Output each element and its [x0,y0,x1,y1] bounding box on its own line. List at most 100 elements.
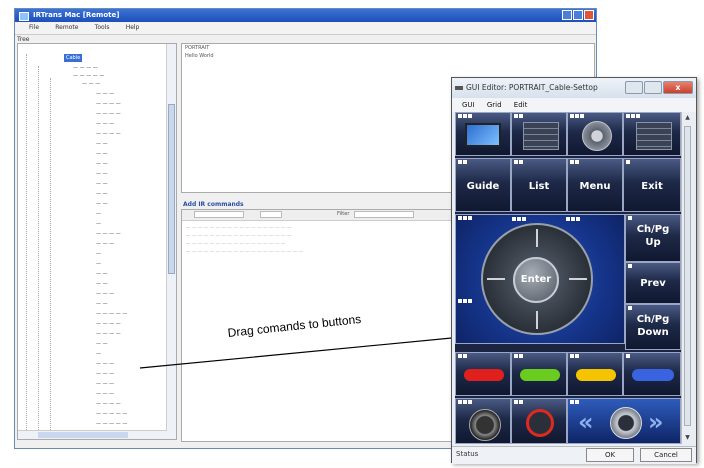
tree-item[interactable]: — — — — [96,320,121,328]
maximize-button[interactable] [573,10,583,20]
tree-item[interactable]: — — — — [96,100,121,108]
button-tag [628,306,633,311]
maximize-button[interactable] [644,81,662,94]
tree-item[interactable]: — — [96,190,108,198]
list-button[interactable]: List [511,158,567,212]
tree-item[interactable]: — — — — [96,110,121,118]
tree-item[interactable]: — — — [82,80,100,88]
tree-item[interactable]: — — [96,140,108,148]
dpad-image-button[interactable] [567,112,623,156]
tree-item[interactable]: — — — [96,390,114,398]
scroll-down-icon[interactable]: ▼ [684,434,691,442]
menu-help[interactable]: Help [126,22,140,34]
keypad-image-button[interactable] [511,112,567,156]
button-tag [628,264,633,269]
menu-grid[interactable]: Grid [487,98,502,112]
tree-item[interactable]: — [96,220,101,228]
tree-item[interactable]: — [96,210,101,218]
scroll-thumb[interactable] [38,432,128,438]
tree-item[interactable]: — — — — — [73,72,104,80]
tree-item[interactable]: — — [96,300,108,308]
dpad-area[interactable]: Enter [455,214,625,344]
command-row[interactable]: — — — — — — — — — — — — — — — — — [186,242,285,247]
green-button[interactable] [511,352,567,396]
tree-item[interactable]: — — — — [96,230,121,238]
tree-horizontal-scrollbar[interactable] [18,430,167,439]
tree-item[interactable]: — — — [96,290,114,298]
guide-button[interactable]: Guide [455,158,511,212]
red-button[interactable] [455,352,511,396]
tree-item-selected[interactable]: Cable [64,54,83,62]
gui-vertical-scrollbar[interactable]: ▲ ▼ [681,112,693,444]
exit-button[interactable]: Exit [623,158,681,212]
filter-input[interactable] [354,211,414,218]
tree-item[interactable]: — — [96,170,108,178]
tree-item[interactable]: — — [96,270,108,278]
list-image-button[interactable] [623,112,681,156]
gui-editor-title-bar[interactable]: GUI Editor: PORTRAIT_Cable-Settop x [452,78,696,98]
tree-item[interactable]: — — [96,280,108,288]
tree-item[interactable]: — — [96,160,108,168]
ch-pg-down-button[interactable]: Ch/Pg Down [625,304,681,350]
close-button[interactable]: x [663,81,693,94]
ch-pg-up-button[interactable]: Ch/Pg Up [625,214,681,262]
blue-button[interactable] [623,352,681,396]
tree-vertical-scrollbar[interactable] [166,44,176,439]
tree-item[interactable]: — — [96,180,108,188]
tree-item[interactable]: — — — — — [96,410,127,418]
up-arrow-icon[interactable] [536,229,538,247]
scroll-thumb[interactable] [684,126,691,426]
command-tree[interactable]: Cable — — — — — — — — — — — — — — — — — … [17,43,177,440]
tree-item[interactable]: — — — [96,360,114,368]
enter-button[interactable]: Enter [513,257,559,303]
tree-item[interactable]: — — — — [96,130,121,138]
ok-button[interactable]: OK [586,448,634,462]
tree-item[interactable]: — [96,350,101,358]
command-row[interactable]: — — — — — — — — — — — — — — — — — — — — [186,250,303,255]
close-button[interactable] [584,10,594,20]
scroll-thumb[interactable] [168,104,175,274]
tree-item[interactable]: — — [96,150,108,158]
tree-item[interactable]: — — [96,340,108,348]
down-arrow-icon[interactable] [536,311,538,329]
tree-item[interactable]: — — — — [96,400,121,408]
tree-item[interactable]: — — — [96,90,114,98]
minimize-button[interactable] [562,10,572,20]
tree-item[interactable]: — — — — [73,64,98,72]
menu-tools[interactable]: Tools [95,22,110,34]
tree-item[interactable]: — — — [96,370,114,378]
menu-button[interactable]: Menu [567,158,623,212]
column-field[interactable] [194,211,244,218]
command-row[interactable]: — — — — — — — — — — — — — — — — — — [186,226,291,231]
tree-item[interactable]: — — — [96,120,114,128]
navigation-button[interactable]: « » [567,398,681,444]
tv-icon [465,123,501,147]
stop-button[interactable] [455,398,511,444]
tree-item[interactable]: — [96,250,101,258]
left-arrow-icon[interactable] [487,278,505,280]
main-title-bar[interactable]: IRTrans Mac [Remote] [15,9,596,22]
tree-item[interactable]: — — [96,200,108,208]
toolbar-button[interactable] [260,211,282,218]
cancel-button[interactable]: Cancel [640,448,692,462]
right-arrow-icon[interactable] [569,278,587,280]
menu-file[interactable]: File [29,22,39,34]
mute-button[interactable] [511,398,567,444]
menu-remote[interactable]: Remote [55,22,78,34]
yellow-key [576,369,616,381]
tree-item[interactable]: — [96,260,101,268]
remote-layout-canvas[interactable]: Guide List Menu Exit Enter Ch/Pg Up Prev… [455,112,681,444]
command-row[interactable]: — — — — — — — — — — — — — — — — — — [186,234,291,239]
minimize-button[interactable] [625,81,643,94]
menu-gui[interactable]: GUI [462,98,475,112]
menu-edit[interactable]: Edit [514,98,528,112]
tv-image-button[interactable] [455,112,511,156]
tree-item[interactable]: — — — [96,380,114,388]
scroll-up-icon[interactable]: ▲ [684,114,691,122]
tree-item[interactable]: — — — [96,240,114,248]
prev-button[interactable]: Prev [625,262,681,304]
yellow-button[interactable] [567,352,623,396]
tree-item[interactable]: — — — — — [96,420,127,428]
tree-item[interactable]: — — — — [96,330,121,338]
tree-item[interactable]: — — — — — [96,310,127,318]
